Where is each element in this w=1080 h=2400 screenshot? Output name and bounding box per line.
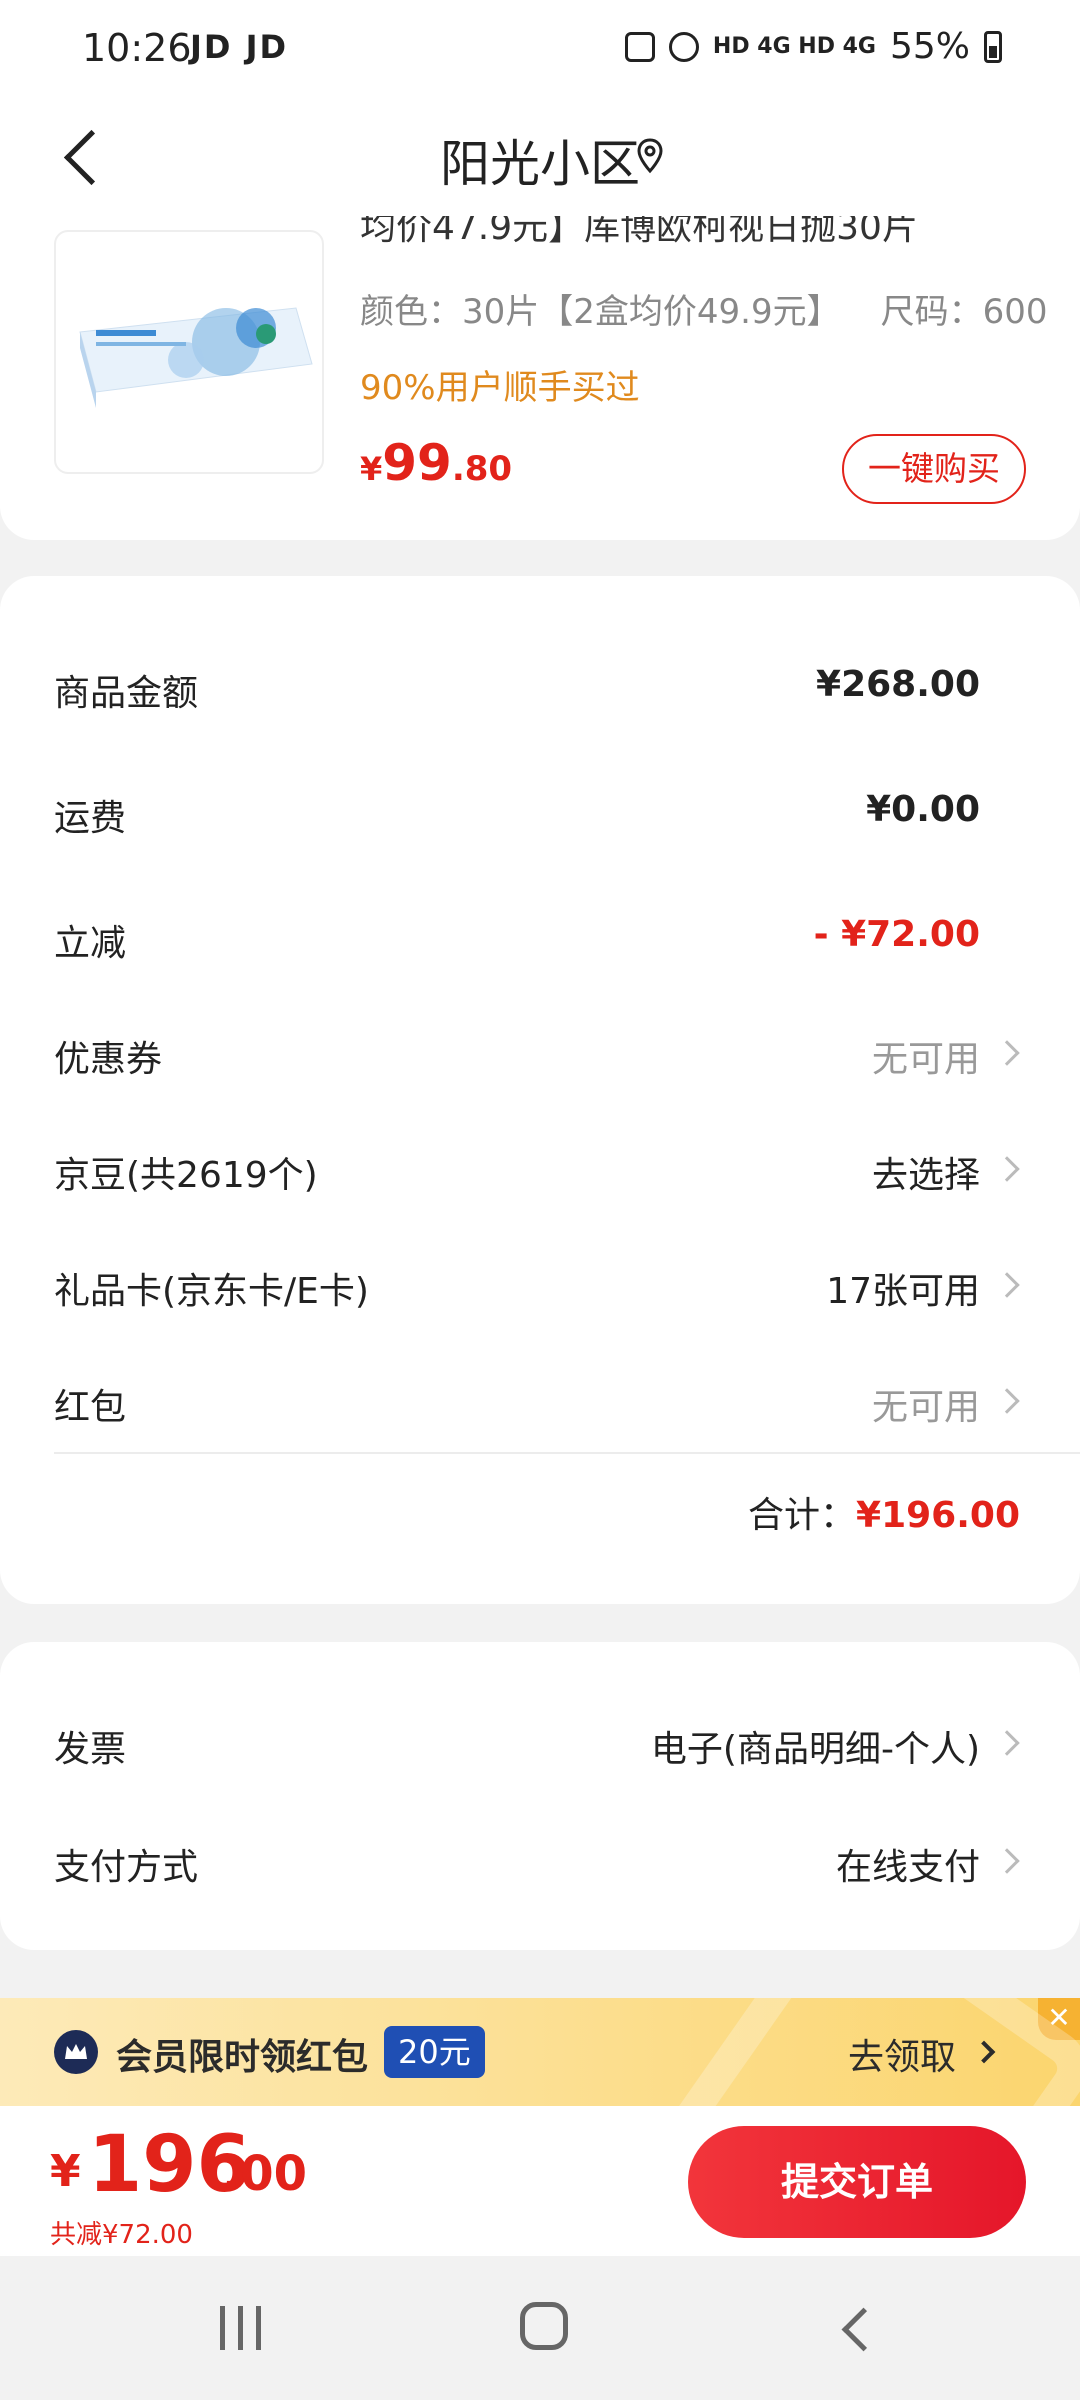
product-price: ¥99.80: [360, 434, 512, 492]
battery-icon: [984, 30, 1002, 63]
chevron-right-icon: [994, 1272, 1020, 1298]
order-total: 合计：¥196.00: [748, 1486, 1020, 1538]
system-back-icon[interactable]: [836, 2308, 876, 2348]
claim-link[interactable]: 去领取: [848, 2028, 956, 2080]
price-integer: 99: [382, 434, 452, 492]
status-indicators: HD 4G HD 4G 55%: [624, 26, 1002, 67]
battery-saver-icon: [624, 31, 655, 62]
row-label: 商品金额: [54, 673, 199, 714]
product-size-spec: 尺码：600: [880, 292, 1048, 332]
status-app-icons: JD JD: [190, 28, 289, 66]
row-value: 去选择: [871, 1155, 980, 1196]
row-label: 礼品卡(京东卡/E卡): [54, 1271, 369, 1312]
order-summary-card: 商品金额 ¥268.00 运费 ¥0.00 立减 - ¥72.00 优惠券 无可…: [0, 576, 1080, 1604]
member-amount-badge: 20元: [384, 2026, 485, 2078]
invoice-payment-card: 发票 电子(商品明细-个人) 支付方式 在线支付: [0, 1642, 1080, 1950]
summary-row-shipping: 运费 ¥0.00: [54, 779, 1020, 849]
total-amount-decimal: .00: [222, 2146, 308, 2202]
one-click-buy-button[interactable]: 一键购买: [842, 434, 1026, 504]
chevron-right-icon: [994, 1040, 1020, 1066]
row-label: 优惠券: [54, 1039, 163, 1080]
page-title: 阳光小区: [440, 135, 640, 193]
close-banner-button[interactable]: ✕: [1038, 1998, 1080, 2040]
battery-percent: 55%: [889, 26, 970, 67]
chevron-right-icon: [994, 1156, 1020, 1182]
total-label: 合计：: [748, 1495, 857, 1536]
status-bar: 10:26 JD JD HD 4G HD 4G 55%: [0, 0, 1080, 98]
system-nav-bar: [0, 2256, 1080, 2400]
status-time: 10:26: [82, 26, 192, 70]
summary-row-red-packet[interactable]: 红包 无可用: [54, 1368, 1020, 1438]
row-value: ¥268.00: [816, 664, 980, 705]
summary-row-gift-card[interactable]: 礼品卡(京东卡/E卡) 17张可用: [54, 1252, 1020, 1322]
row-label: 支付方式: [54, 1847, 199, 1888]
row-label: 发票: [54, 1729, 127, 1770]
product-spec: 颜色：30片【2盒均价49.9元】 尺码：600: [360, 284, 1048, 333]
row-value: 无可用: [871, 1387, 980, 1428]
submit-order-button[interactable]: 提交订单: [688, 2126, 1026, 2238]
summary-row-jd-beans[interactable]: 京豆(共2619个) 去选择: [54, 1136, 1020, 1206]
total-currency: ¥: [50, 2146, 81, 2197]
home-icon[interactable]: [520, 2302, 568, 2350]
row-value: 在线支付: [835, 1847, 980, 1888]
network-indicator: HD 4G HD 4G: [712, 34, 876, 59]
row-label: 京豆(共2619个): [54, 1155, 318, 1196]
product-card: 均价47.9元】库博欧柯视日抛30片 颜色：30片【2盒均价49.9元】 尺码：6…: [0, 216, 1080, 540]
chevron-right-icon: [972, 2040, 996, 2064]
chevron-right-icon: [994, 1730, 1020, 1756]
row-value: 电子(商品明细-个人): [650, 1729, 980, 1770]
total-savings: 共减¥72.00: [50, 2220, 193, 2250]
crown-icon: [54, 2030, 98, 2074]
price-decimal: .80: [451, 449, 513, 489]
chevron-right-icon: [994, 1848, 1020, 1874]
row-value: ¥0.00: [866, 789, 980, 830]
payment-method-row[interactable]: 支付方式 在线支付: [54, 1828, 1020, 1898]
nav-header: 阳光小区: [0, 98, 1080, 216]
summary-row-coupon[interactable]: 优惠券 无可用: [54, 1020, 1020, 1090]
row-label: 运费: [54, 798, 127, 839]
row-label: 立减: [54, 923, 127, 964]
checkout-bar: ¥ 196 .00 共减¥72.00 提交订单: [0, 2106, 1080, 2256]
chevron-right-icon: [994, 1388, 1020, 1414]
row-value: 无可用: [871, 1039, 980, 1080]
product-color-spec: 颜色：30片【2盒均价49.9元】: [360, 292, 841, 332]
summary-row-subtotal: 商品金额 ¥268.00: [54, 654, 1020, 724]
product-title[interactable]: 均价47.9元】库博欧柯视日抛30片: [360, 216, 918, 250]
row-value: 17张可用: [826, 1271, 980, 1312]
invoice-row[interactable]: 发票 电子(商品明细-个人): [54, 1710, 1020, 1780]
member-red-packet-banner[interactable]: 会员限时领红包 20元 去领取 ✕: [0, 1998, 1080, 2106]
product-image[interactable]: [54, 230, 324, 474]
alarm-icon: [668, 31, 699, 62]
member-banner-text: 会员限时领红包: [116, 2037, 369, 2078]
product-tag: 90%用户顺手买过: [360, 368, 640, 408]
row-label: 红包: [54, 1387, 127, 1428]
summary-row-discount: 立减 - ¥72.00: [54, 904, 1020, 974]
price-currency: ¥: [360, 450, 383, 488]
row-value: - ¥72.00: [813, 914, 980, 955]
recents-icon[interactable]: [220, 2306, 266, 2350]
total-value: ¥196.00: [856, 1495, 1020, 1536]
location-icon[interactable]: [636, 138, 664, 174]
summary-divider: [54, 1452, 1080, 1454]
